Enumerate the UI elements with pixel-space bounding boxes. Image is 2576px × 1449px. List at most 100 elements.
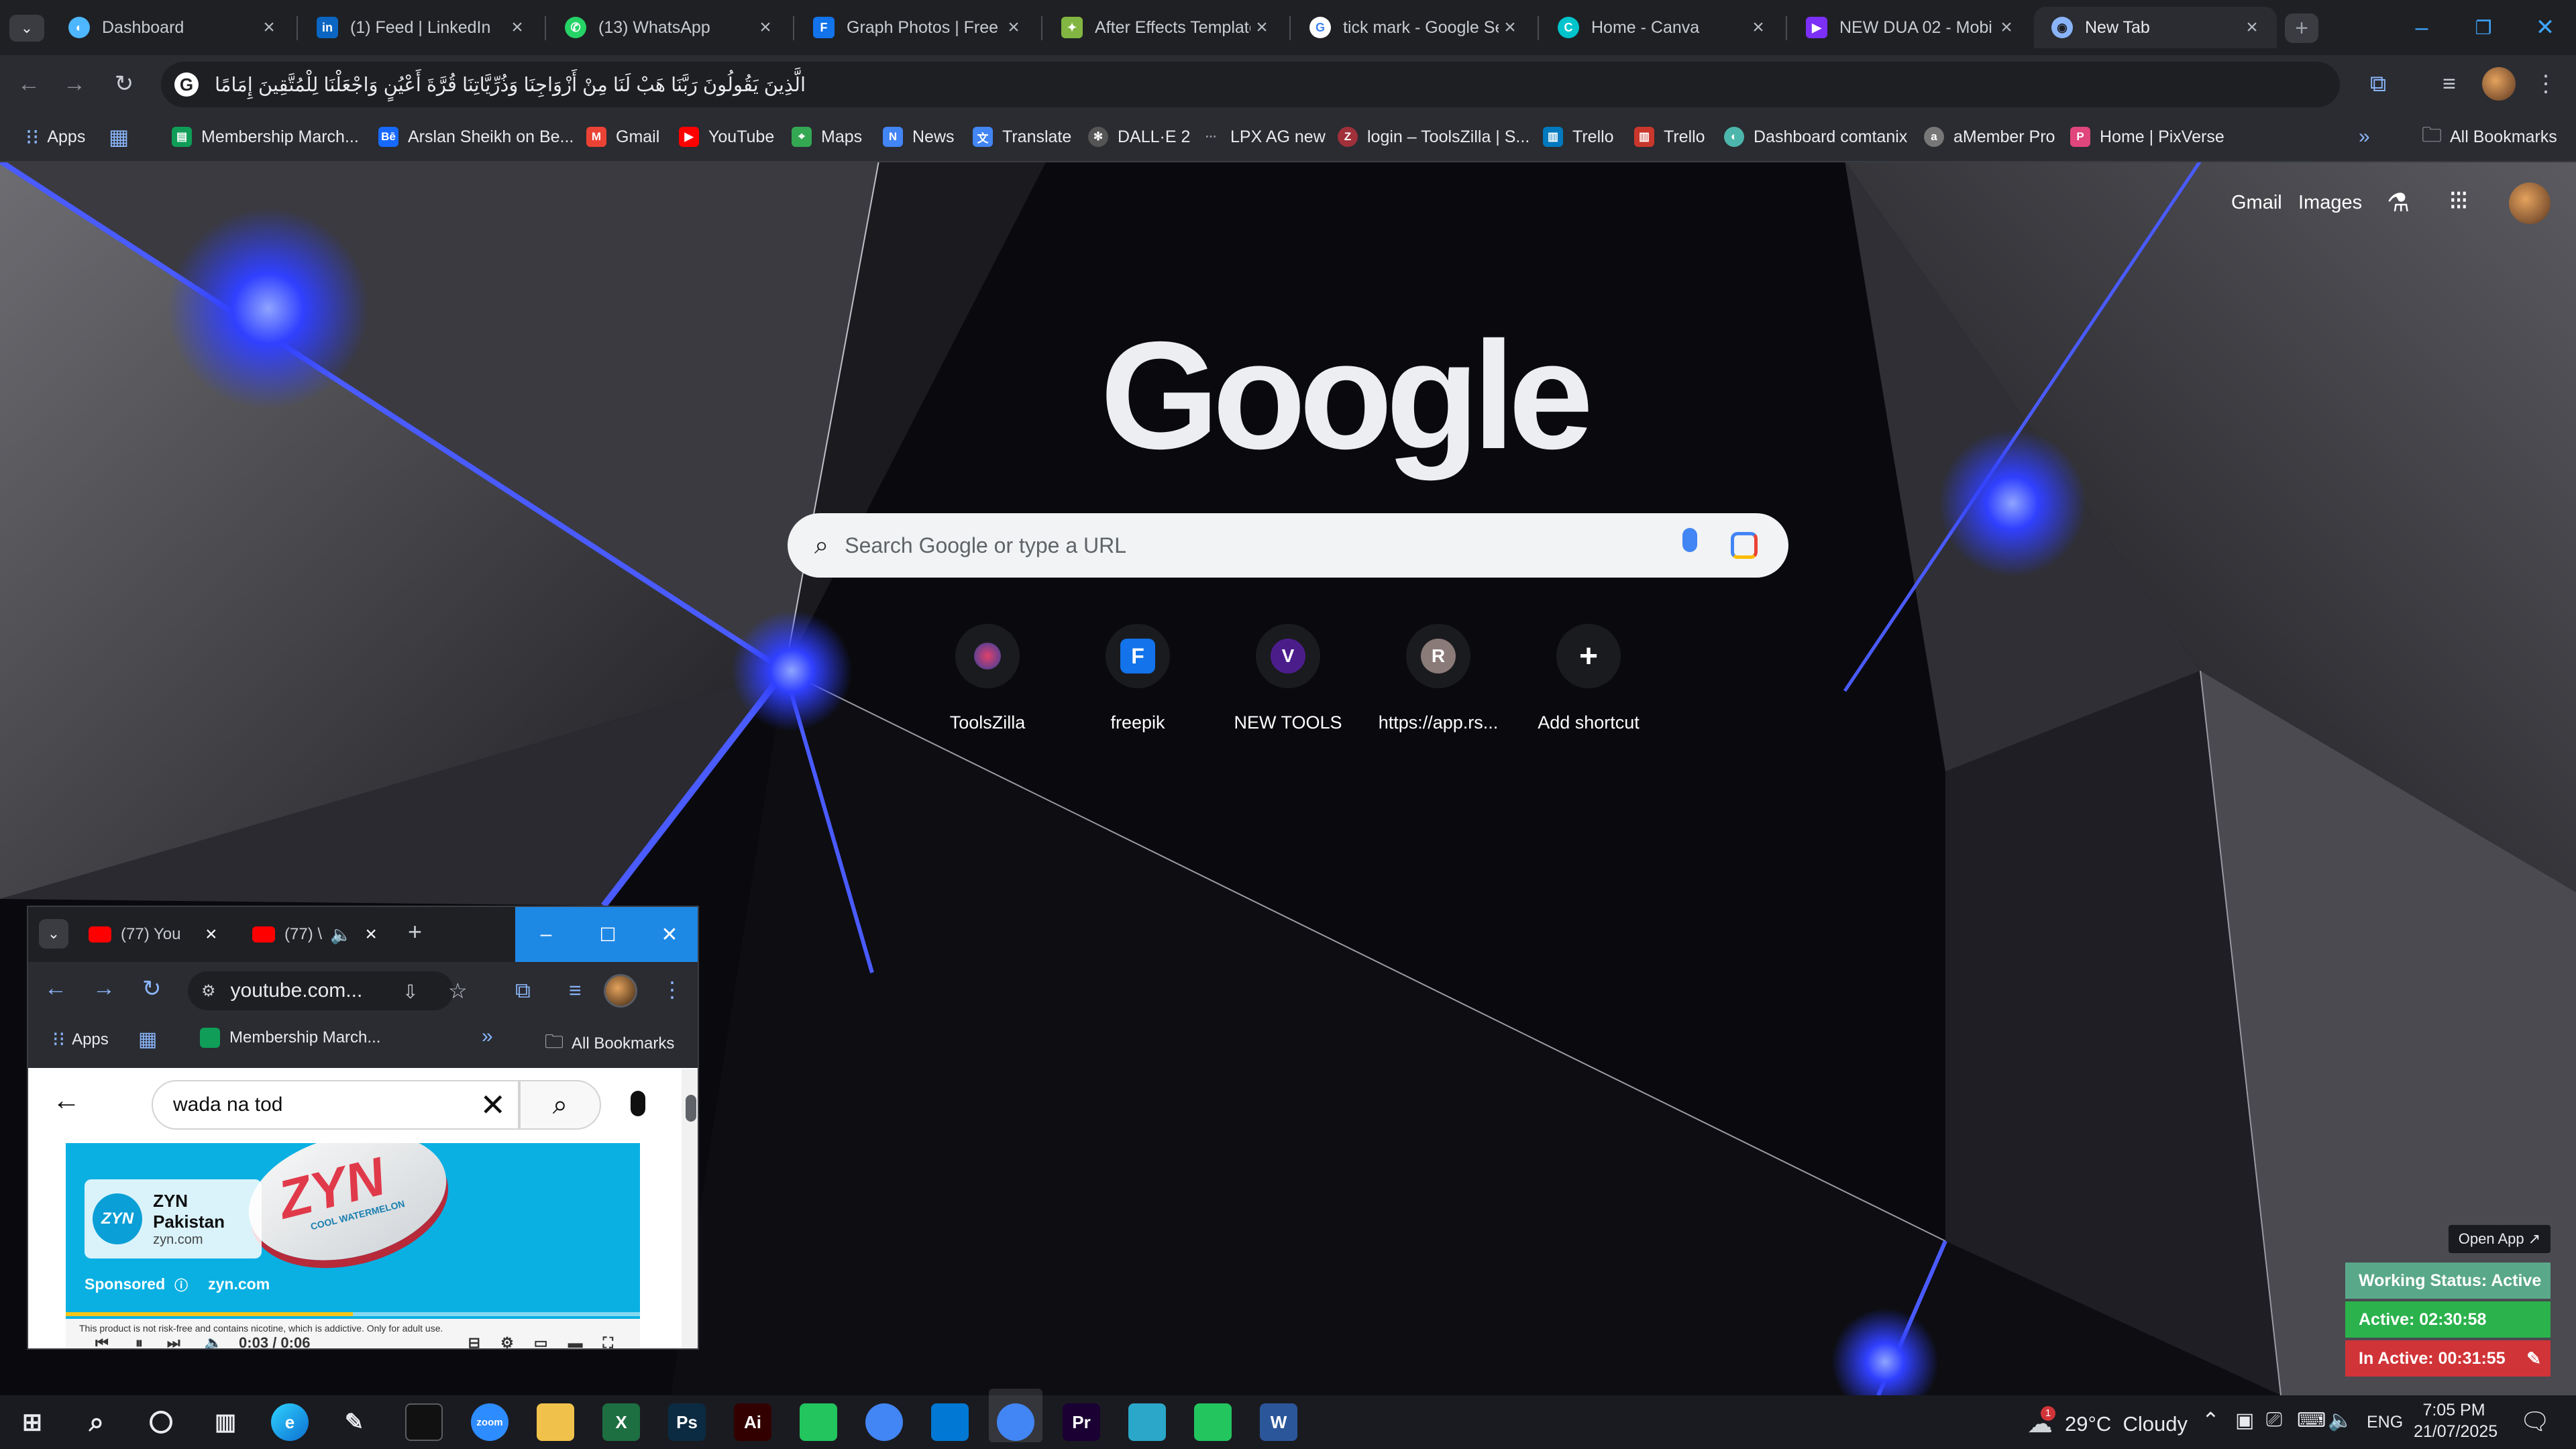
yt-search-input[interactable]: wada na tod <box>173 1093 282 1116</box>
bookmark-youtube[interactable]: ▶ YouTube <box>679 121 774 153</box>
previous-icon[interactable]: ⏮ <box>95 1334 109 1348</box>
bookmark-dalle[interactable]: ✻ DALL·E 2 <box>1088 121 1190 153</box>
theater-icon[interactable]: ▬ <box>568 1334 583 1348</box>
tab-new-tab[interactable]: ◉ New Tab × <box>2034 7 2277 48</box>
gmail-link[interactable]: Gmail <box>2231 192 2282 214</box>
omnibox[interactable]: G الَّذِينَ يَقُولُونَ رَبَّنَا هَبْ لَن… <box>161 62 2340 107</box>
close-icon[interactable]: × <box>258 16 280 39</box>
mini-forward-button[interactable]: → <box>93 975 115 1002</box>
mini-back-button[interactable]: ← <box>44 975 67 1002</box>
tab-search-button[interactable]: ⌄ <box>9 15 44 42</box>
close-icon[interactable]: × <box>1995 16 2018 39</box>
mini-profile-avatar[interactable] <box>604 974 637 1008</box>
search-box[interactable]: ⌕ Search Google or type a URL <box>788 513 1788 578</box>
tray-meet-icon[interactable]: ▣ <box>2235 1409 2254 1432</box>
edit-icon[interactable]: ✎ <box>2526 1348 2541 1369</box>
scrollbar[interactable] <box>682 1069 698 1348</box>
notification-icon[interactable]: 🗨 <box>2520 1407 2551 1436</box>
close-icon[interactable]: × <box>754 16 777 39</box>
edge-icon[interactable]: e <box>271 1403 309 1441</box>
ad-brand-card[interactable]: ZYN ZYN Pakistan zyn.com <box>85 1179 262 1258</box>
yt-mic-icon[interactable] <box>631 1091 645 1116</box>
weather-widget[interactable]: ☁ 1 29°C Cloudy <box>2027 1406 2188 1439</box>
windows-start-icon[interactable]: ⊞ <box>13 1403 51 1441</box>
open-app-button[interactable]: Open App ↗ <box>2449 1225 2551 1253</box>
task-view-icon[interactable]: ▥ <box>207 1403 244 1441</box>
tab-google-search[interactable]: G tick mark - Google Se × <box>1292 7 1535 48</box>
illustrator-icon[interactable]: Ai <box>734 1403 771 1441</box>
profile-avatar[interactable] <box>2482 67 2516 101</box>
close-icon[interactable]: × <box>2241 16 2263 39</box>
mini-tab-youtube-1[interactable]: (77) You × <box>89 923 217 946</box>
mini-reload-button[interactable]: ↻ <box>142 975 162 1002</box>
back-button[interactable]: ← <box>12 67 46 101</box>
tray-chevron-icon[interactable]: ⌃ <box>2202 1407 2220 1433</box>
shortcut-add[interactable]: + Add shortcut <box>1521 624 1656 733</box>
volume-icon[interactable]: 🔈 <box>205 1334 223 1348</box>
pause-icon[interactable]: ⏸ <box>136 1334 143 1348</box>
close-icon[interactable]: × <box>1747 16 1770 39</box>
google-apps-icon[interactable]: ⁝⁝⁝ <box>2449 185 2469 216</box>
mini-minimize-button[interactable]: – <box>515 907 577 962</box>
chrome-icon[interactable] <box>865 1403 903 1441</box>
cortana-icon[interactable] <box>142 1403 180 1441</box>
search-input[interactable]: Search Google or type a URL <box>845 533 1126 558</box>
minimize-button[interactable]: – <box>2391 0 2453 55</box>
tab-groups-icon[interactable]: ▦ <box>109 121 129 153</box>
miniplayer-icon[interactable]: ▭ <box>534 1334 548 1348</box>
zoom-icon[interactable]: zoom <box>471 1403 508 1441</box>
word-icon[interactable]: W <box>1260 1403 1297 1441</box>
mini-tab-youtube-2[interactable]: (77) \ 🔈 × <box>252 923 377 946</box>
mini-menu-icon[interactable]: ⋮ <box>661 977 683 1002</box>
bookmark-dashboard-comtanix[interactable]: ◐ Dashboard comtanix <box>1724 121 1907 153</box>
images-link[interactable]: Images <box>2298 192 2362 214</box>
photoshop-icon[interactable]: Ps <box>668 1403 706 1441</box>
yt-search-field[interactable]: wada na tod ✕ <box>152 1080 519 1130</box>
tab-envato[interactable]: ✦ After Effects Template × <box>1044 7 1287 48</box>
tray-volume-icon[interactable]: 🔈 <box>2328 1409 2353 1432</box>
tray-capture-icon[interactable]: ⎚ <box>2266 1409 2282 1432</box>
tray-network-icon[interactable]: ⌨ <box>2297 1409 2326 1432</box>
mini-tab-search-button[interactable]: ⌄ <box>39 919 68 949</box>
bookmark-translate[interactable]: 文 Translate <box>973 121 1071 153</box>
tab-dashboard[interactable]: ◐ Dashboard × <box>51 7 294 48</box>
tab-whatsapp[interactable]: ✆ (13) WhatsApp × <box>547 7 790 48</box>
tab-new-dua[interactable]: ▶ NEW DUA 02 - Mobi × <box>1788 7 2031 48</box>
mini-media-icon[interactable]: ≡ <box>569 978 582 1003</box>
premiere-icon[interactable]: Pr <box>1063 1403 1100 1441</box>
lens-icon[interactable] <box>1731 532 1758 559</box>
mini-maximize-button[interactable]: ☐ <box>577 907 639 962</box>
more-bookmarks-icon[interactable]: » <box>2359 121 2370 153</box>
voice-search-icon[interactable] <box>1682 528 1697 552</box>
media-controls-icon[interactable]: ≡ <box>2432 67 2466 101</box>
bookmark-maps[interactable]: ⌖ Maps <box>792 121 862 153</box>
labs-icon[interactable]: ⚗ <box>2387 188 2410 218</box>
account-avatar[interactable] <box>2509 182 2551 224</box>
close-icon[interactable]: × <box>205 923 217 946</box>
bookmark-gmail[interactable]: M Gmail <box>586 121 659 153</box>
bookmark-apps[interactable]: ⁝⁝ Apps <box>25 121 85 153</box>
file-explorer-icon[interactable] <box>537 1403 574 1441</box>
install-icon[interactable]: ⇩ <box>402 981 418 1003</box>
mini-new-tab-button[interactable]: + <box>408 918 422 946</box>
close-icon[interactable]: × <box>1002 16 1025 39</box>
mini-extensions-icon[interactable]: ⧉ <box>515 978 531 1004</box>
bookmark-star-icon[interactable]: ☆ <box>448 978 468 1004</box>
close-window-button[interactable]: ✕ <box>2514 0 2576 55</box>
terminal-icon[interactable] <box>405 1403 443 1441</box>
mini-bookmark-membership[interactable]: Membership March... <box>200 1028 380 1048</box>
settings-icon[interactable]: ⚙ <box>500 1334 514 1348</box>
vscode-icon[interactable] <box>931 1403 969 1441</box>
shortcut-toolszilla[interactable]: ToolsZilla <box>920 624 1055 733</box>
sponsored-domain[interactable]: zyn.com <box>208 1275 270 1293</box>
bookmark-lpx[interactable]: ⋯ LPX AG new <box>1201 121 1326 153</box>
bookmark-pixverse[interactable]: P Home | PixVerse <box>2070 121 2224 153</box>
shortcut-app-rs[interactable]: R https://app.rs... <box>1371 624 1505 733</box>
close-icon[interactable]: × <box>365 923 377 946</box>
bookmark-trello-2[interactable]: ▥ Trello <box>1634 121 1705 153</box>
ad-progress-track[interactable] <box>66 1312 640 1316</box>
tab-linkedin[interactable]: in (1) Feed | LinkedIn × <box>299 7 542 48</box>
yt-search-button[interactable]: ⌕ <box>519 1080 601 1130</box>
mini-all-bookmarks[interactable]: 🗀 All Bookmarks <box>545 1028 674 1060</box>
bookmark-news[interactable]: N News <box>883 121 955 153</box>
